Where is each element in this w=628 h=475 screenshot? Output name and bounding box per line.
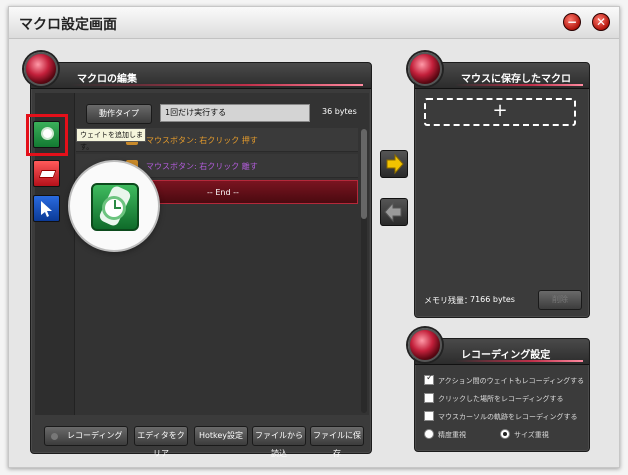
- memory-remaining-label: メモリ残量：: [424, 296, 472, 305]
- window-title: マクロ設定画面: [19, 17, 117, 33]
- saved-macros-title: マウスに保存したマクロ: [461, 74, 571, 85]
- delete-macro-button[interactable]: 削除: [538, 290, 582, 310]
- load-file-button[interactable]: ファイルから読込: [252, 426, 306, 458]
- macro-row-text: マウスボタン: 右クリック 離す: [146, 162, 258, 171]
- macro-row-text: マウスボタン: 右クリック 押す: [146, 136, 258, 145]
- editor-scrollbar[interactable]: [361, 129, 367, 413]
- macro-editor-orb-icon: [24, 52, 58, 86]
- memory-remaining-value: 7166 bytes: [470, 295, 515, 304]
- radio-dot-icon: [503, 432, 507, 436]
- recording-settings-title: レコーディング設定: [461, 350, 551, 361]
- arrow-right-icon: [386, 153, 404, 175]
- precision-radio[interactable]: [424, 429, 434, 439]
- size-radio[interactable]: [500, 429, 510, 439]
- minimize-button[interactable]: −: [563, 13, 581, 31]
- close-button[interactable]: ✕: [592, 13, 610, 31]
- zoom-magnifier: [68, 160, 160, 252]
- cursor-trail-checkbox[interactable]: [424, 411, 434, 421]
- scrollbar-thumb[interactable]: [361, 129, 367, 219]
- option-label: マウスカーソルの軌跡をレコーディングする: [438, 413, 578, 421]
- option-label: クリックした場所をレコーディングする: [438, 395, 564, 403]
- move-to-editor-button[interactable]: [380, 198, 408, 226]
- save-file-button[interactable]: ファイルに保存: [310, 426, 364, 458]
- recording-settings-orb-icon: [408, 328, 442, 362]
- recording-button[interactable]: レコーディング: [44, 426, 128, 446]
- click-position-checkbox[interactable]: [424, 393, 434, 403]
- macro-row-text: -- End --: [207, 188, 239, 197]
- option-label: アクション間のウェイトもレコーディングする: [438, 377, 585, 385]
- size-radio-label: サイズ重視: [514, 431, 549, 439]
- add-macro-slot[interactable]: +: [424, 98, 576, 126]
- cursor-arrow-icon[interactable]: [33, 195, 60, 222]
- checkmark-icon: ✓: [426, 373, 434, 383]
- wait-recording-checkbox[interactable]: ✓: [424, 373, 434, 385]
- hotkey-settings-button[interactable]: Hotkey設定: [194, 426, 248, 446]
- arrow-left-icon: [384, 201, 402, 223]
- delete-eraser-icon[interactable]: [33, 160, 60, 187]
- title-bar: マクロ設定画面 − ✕: [9, 7, 619, 39]
- action-type-button[interactable]: 動作タイプ: [86, 104, 152, 124]
- precision-radio-label: 精度重視: [438, 431, 466, 439]
- macro-size-text: 36 bytes: [322, 107, 357, 116]
- selected-tool-highlight: [26, 114, 68, 156]
- move-to-mouse-button[interactable]: [380, 150, 408, 178]
- record-indicator-icon: [51, 433, 58, 440]
- saved-macros-orb-icon: [408, 52, 442, 86]
- wait-clock-icon: [91, 183, 139, 231]
- tooltip: ウェイトを追加します。: [76, 128, 146, 151]
- clear-editor-button[interactable]: エディタをクリア: [134, 426, 188, 458]
- macro-editor-title: マクロの編集: [77, 74, 137, 85]
- run-mode-field[interactable]: 1回だけ実行する: [160, 104, 310, 122]
